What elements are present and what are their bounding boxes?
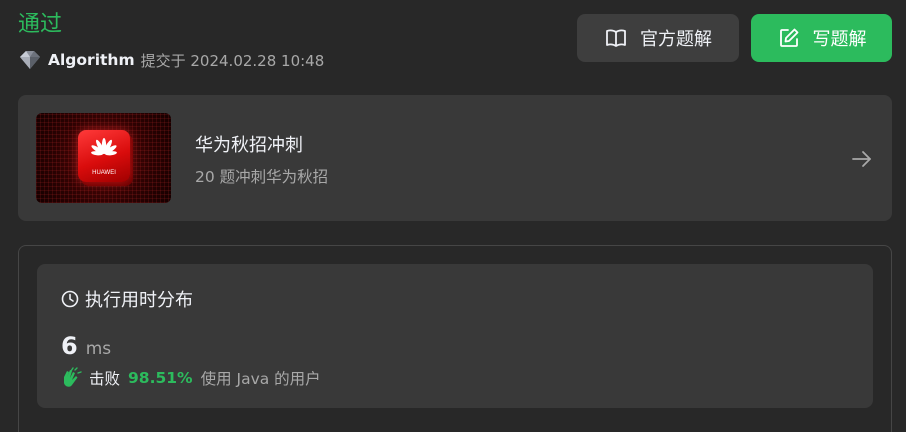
submission-info: Algorithm 提交于 2024.02.28 10:48 bbox=[18, 48, 324, 72]
official-solution-label: 官方题解 bbox=[640, 29, 712, 50]
write-solution-button[interactable]: 写题解 bbox=[751, 14, 892, 62]
runtime-value: 6 ms bbox=[61, 332, 111, 360]
submitted-time: 提交于 2024.02.28 10:48 bbox=[140, 51, 325, 70]
study-plan-thumbnail: HUAWEI bbox=[36, 113, 171, 203]
study-plan-subtitle: 20 题冲刺华为秋招 bbox=[195, 168, 329, 186]
runtime-card[interactable]: 执行用时分布 6 ms 击败 98.51% 使用 Java 的用户 bbox=[37, 264, 873, 408]
study-plan-card[interactable]: HUAWEI 华为秋招冲刺 20 题冲刺华为秋招 bbox=[18, 95, 892, 221]
huawei-logo-icon: HUAWEI bbox=[78, 130, 130, 182]
runtime-heading: 执行用时分布 bbox=[61, 286, 193, 312]
beats-line: 击败 98.51% 使用 Java 的用户 bbox=[61, 367, 321, 389]
username[interactable]: Algorithm bbox=[48, 51, 135, 69]
clock-icon bbox=[61, 290, 79, 308]
book-open-icon bbox=[604, 26, 628, 50]
runtime-unit: ms bbox=[85, 339, 112, 359]
runtime-heading-label: 执行用时分布 bbox=[85, 290, 193, 311]
beats-label: 击败 bbox=[89, 370, 121, 388]
submission-status: 通过 bbox=[18, 12, 63, 37]
result-panel: 执行用时分布 6 ms 击败 98.51% 使用 Java 的用户 bbox=[18, 245, 892, 432]
beats-description: 使用 Java 的用户 bbox=[200, 370, 321, 388]
edit-icon bbox=[777, 26, 801, 50]
avatar[interactable] bbox=[18, 49, 42, 71]
clapping-hands-icon bbox=[61, 367, 83, 389]
beats-percent: 98.51% bbox=[128, 369, 193, 387]
official-solution-button[interactable]: 官方题解 bbox=[577, 14, 739, 62]
runtime-number: 6 bbox=[61, 332, 78, 360]
write-solution-label: 写题解 bbox=[812, 29, 867, 50]
huawei-logo-text: HUAWEI bbox=[92, 170, 116, 176]
arrow-right-icon[interactable] bbox=[850, 147, 874, 171]
study-plan-title: 华为秋招冲刺 bbox=[195, 135, 303, 156]
